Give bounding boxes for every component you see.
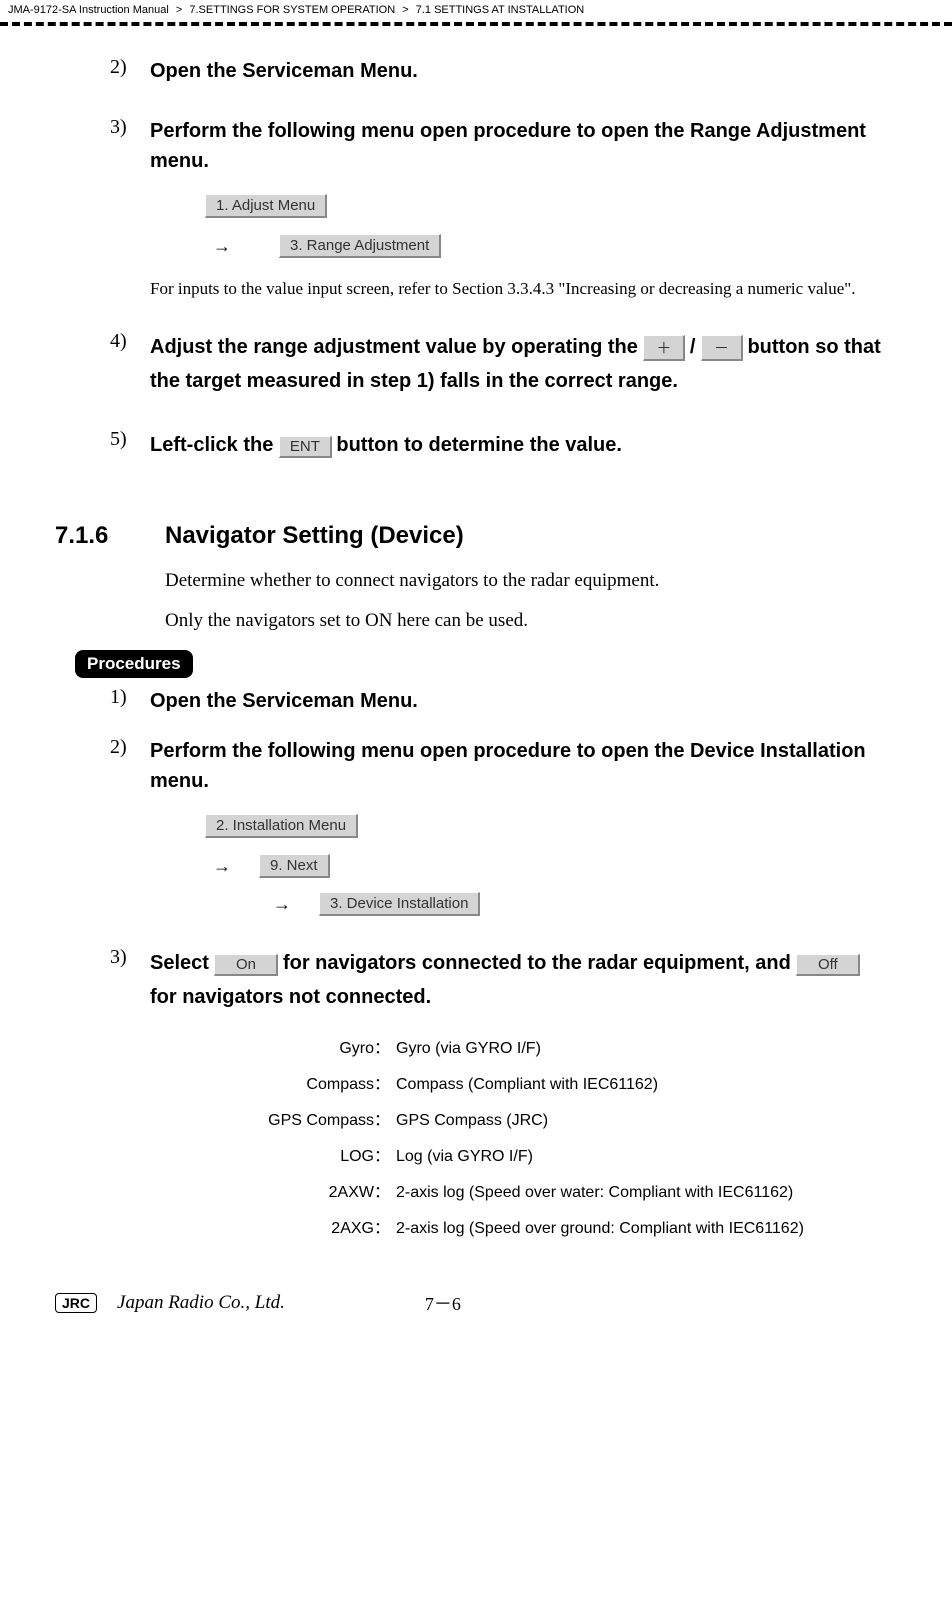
step-title-part: for navigators not connected. [150, 986, 431, 1008]
def-label: 2AXW： [190, 1178, 390, 1202]
step-title: Open the Serviceman Menu. [150, 686, 887, 716]
def-value: GPS Compass (JRC) [396, 1112, 548, 1130]
def-value: Log (via GYRO I/F) [396, 1148, 533, 1166]
slash-separator: / [690, 336, 701, 358]
step-number: 3) [55, 116, 150, 139]
breadcrumb-part: 7.1 SETTINGS AT INSTALLATION [416, 4, 585, 16]
step-title-part: Adjust the range adjustment value by ope… [150, 336, 643, 358]
definition-table: Gyro： Gyro (via GYRO I/F) Compass： Compa… [190, 1034, 887, 1238]
def-label: Compass： [190, 1070, 390, 1094]
divider [0, 22, 952, 26]
step-item: 3) Perform the following menu open proce… [55, 116, 897, 300]
breadcrumb-separator: > [176, 4, 182, 16]
step-number: 1) [55, 686, 150, 709]
step-number: 5) [55, 428, 150, 451]
step-item: 1) Open the Serviceman Menu. [55, 686, 897, 716]
step-title-part: button to determine the value. [336, 434, 622, 456]
step-item: 3) Select On for navigators connected to… [55, 946, 897, 1250]
def-row: 2AXW： 2-axis log (Speed over water: Comp… [190, 1178, 887, 1202]
arrow-icon: → [213, 236, 231, 257]
section-body-text: Only the navigators set to ON here can b… [165, 610, 897, 632]
step-number: 2) [55, 56, 150, 79]
on-button[interactable]: On [214, 954, 278, 976]
note-text: For inputs to the value input screen, re… [150, 278, 887, 300]
device-installation-button[interactable]: 3. Device Installation [319, 892, 480, 916]
arrow-icon: → [273, 894, 291, 915]
step-title: Perform the following menu open procedur… [150, 116, 887, 176]
breadcrumb-part: JMA-9172-SA Instruction Manual [8, 4, 169, 16]
off-button[interactable]: Off [796, 954, 860, 976]
step-number: 3) [55, 946, 150, 969]
step-number: 2) [55, 736, 150, 759]
def-row: LOG： Log (via GYRO I/F) [190, 1142, 887, 1166]
def-row: Compass： Compass (Compliant with IEC6116… [190, 1070, 887, 1094]
section-title: Navigator Setting (Device) [165, 522, 464, 550]
plus-button[interactable]: ＋ [643, 335, 685, 361]
step-title-part: for navigators connected to the radar eq… [283, 952, 796, 974]
def-row: 2AXG： 2-axis log (Speed over ground: Com… [190, 1214, 887, 1238]
def-value: Compass (Compliant with IEC61162) [396, 1076, 658, 1094]
range-adjustment-button[interactable]: 3. Range Adjustment [279, 234, 441, 258]
step-title-part: Select [150, 952, 214, 974]
breadcrumb: JMA-9172-SA Instruction Manual > 7.SETTI… [0, 0, 952, 20]
page-footer: JRC Japan Radio Co., Ltd. 7－6 [0, 1290, 952, 1316]
def-row: Gyro： Gyro (via GYRO I/F) [190, 1034, 887, 1058]
breadcrumb-part: 7.SETTINGS FOR SYSTEM OPERATION [189, 4, 395, 16]
minus-button[interactable]: － [701, 335, 743, 361]
def-label: LOG： [190, 1142, 390, 1166]
step-title: Open the Serviceman Menu. [150, 56, 887, 86]
step-item: 2) Open the Serviceman Menu. [55, 56, 897, 86]
def-value: 2-axis log (Speed over water: Compliant … [396, 1184, 793, 1202]
section-heading: 7.1.6 Navigator Setting (Device) [55, 522, 897, 550]
def-value: 2-axis log (Speed over ground: Compliant… [396, 1220, 804, 1238]
section-body-text: Determine whether to connect navigators … [165, 570, 897, 592]
installation-menu-button[interactable]: 2. Installation Menu [205, 814, 358, 838]
step-item: 5) Left-click the ENT button to determin… [55, 428, 897, 462]
step-item: 4) Adjust the range adjustment value by … [55, 330, 897, 398]
adjust-menu-button[interactable]: 1. Adjust Menu [205, 194, 327, 218]
step-item: 2) Perform the following menu open proce… [55, 736, 897, 916]
step-title: Perform the following menu open procedur… [150, 736, 887, 796]
arrow-icon: → [213, 856, 231, 877]
next-button[interactable]: 9. Next [259, 854, 330, 878]
def-label: GPS Compass： [190, 1106, 390, 1130]
def-value: Gyro (via GYRO I/F) [396, 1040, 541, 1058]
def-row: GPS Compass： GPS Compass (JRC) [190, 1106, 887, 1130]
step-title-part: Left-click the [150, 434, 279, 456]
step-number: 4) [55, 330, 150, 353]
company-name: Japan Radio Co., Ltd. [117, 1292, 285, 1314]
jrc-logo: JRC [55, 1293, 97, 1313]
section-number: 7.1.6 [55, 522, 165, 550]
procedures-badge: Procedures [75, 650, 193, 678]
ent-button[interactable]: ENT [279, 436, 332, 458]
def-label: Gyro： [190, 1034, 390, 1058]
page-number: 7－6 [425, 1290, 461, 1316]
breadcrumb-separator: > [402, 4, 408, 16]
def-label: 2AXG： [190, 1214, 390, 1238]
